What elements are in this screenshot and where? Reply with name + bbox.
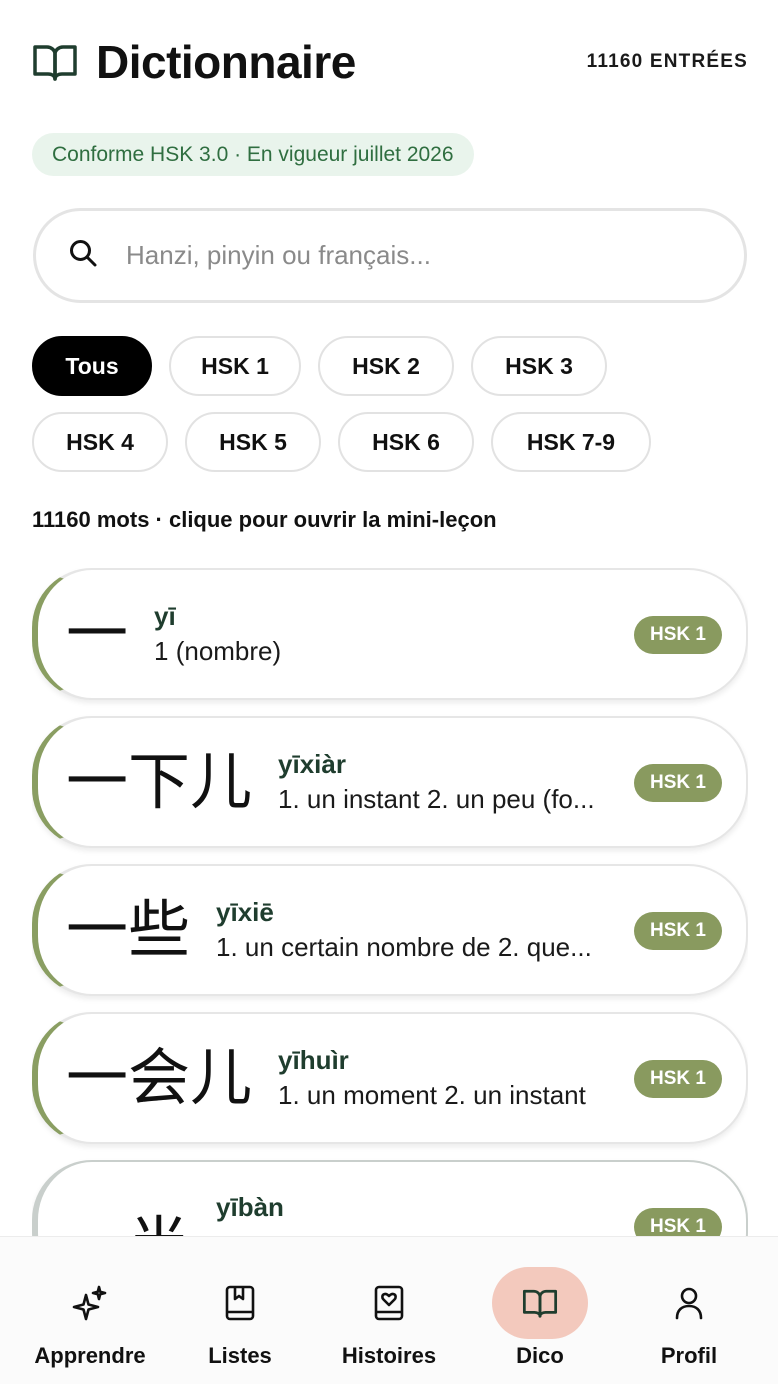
word-text: yīxiē 1. un certain nombre de 2. que... [216,897,592,963]
word-card[interactable]: 一会儿 yīhuìr 1. un moment 2. un instant HS… [32,1012,748,1144]
filter-chip-hsk6[interactable]: HSK 6 [338,412,474,472]
nav-item-profil[interactable]: Profil [641,1237,737,1384]
entries-count: 11160 ENTRÉES [586,51,748,72]
word-hanzi: 一半 [66,1215,190,1237]
filter-chip-hsk7-9[interactable]: HSK 7-9 [491,412,651,472]
word-hanzi: 一会儿 [66,1041,253,1114]
word-definition: 1. un instant 2. un peu (fo... [278,784,595,814]
results-count: 11160 mots · clique pour ouvrir la mini-… [32,507,497,532]
nav-item-listes[interactable]: Listes [192,1237,288,1384]
word-pinyin: yī [154,601,176,631]
word-hanzi: 一下儿 [66,745,253,818]
hsk-level-badge: HSK 1 [634,1060,722,1098]
filter-row: Tous HSK 1 HSK 2 HSK 3 [32,336,748,396]
word-pinyin: yīhuìr [278,1045,349,1075]
page-title: Dictionnaire [96,36,356,88]
open-book-icon [492,1267,588,1339]
filter-row: HSK 4 HSK 5 HSK 6 HSK 7-9 [32,412,748,472]
heart-book-icon [341,1267,437,1339]
word-pinyin: yīxiàr [278,749,346,779]
page-header: Dictionnaire 11160 ENTRÉES [32,34,748,90]
word-card[interactable]: 一些 yīxiē 1. un certain nombre de 2. que.… [32,864,748,996]
search-icon [68,238,98,273]
filter-chip-hsk3[interactable]: HSK 3 [471,336,607,396]
word-text: yīhuìr 1. un moment 2. un instant [278,1045,586,1111]
nav-item-histoires[interactable]: Histoires [341,1237,437,1384]
word-list: 一 yī 1 (nombre) HSK 1 一下儿 yīxiàr 1. un i… [32,568,748,1236]
search-input[interactable] [126,240,686,271]
open-book-icon [32,42,78,82]
hsk-level-badge: HSK 1 [634,616,722,654]
bookmark-book-icon [192,1267,288,1339]
hsk-level-badge: HSK 1 [634,764,722,802]
word-pinyin: yībàn [216,1192,284,1222]
conformity-badge: Conforme HSK 3.0 · En vigueur juillet 20… [32,133,474,176]
word-card[interactable]: 一 yī 1 (nombre) HSK 1 [32,568,748,700]
word-pinyin: yīxiē [216,897,274,927]
word-text: yībàn [216,1192,284,1227]
nav-label: Profil [660,1343,718,1368]
filter-chip-hsk4[interactable]: HSK 4 [32,412,168,472]
word-hanzi: 一些 [66,893,191,966]
word-card[interactable]: 一下儿 yīxiàr 1. un instant 2. un peu (fo..… [32,716,748,848]
word-hanzi: 一 [66,597,129,670]
level-filters: Tous HSK 1 HSK 2 HSK 3 HSK 4 HSK 5 HSK 6… [32,336,748,488]
nav-label: Listes [208,1343,272,1368]
word-definition: 1 (nombre) [154,636,282,666]
filter-chip-hsk1[interactable]: HSK 1 [169,336,301,396]
hsk-level-badge: HSK 1 [634,1208,722,1236]
hsk-level-badge: HSK 1 [634,912,722,950]
word-card[interactable]: 一半 yībàn HSK 1 [32,1160,748,1236]
word-definition: 1. un certain nombre de 2. que... [216,932,592,962]
nav-label: Apprendre [34,1343,146,1368]
filter-chip-hsk5[interactable]: HSK 5 [185,412,321,472]
word-text: yīxiàr 1. un instant 2. un peu (fo... [278,749,595,815]
word-text: yī 1 (nombre) [154,601,281,667]
nav-label: Dico [516,1343,564,1368]
sparkles-icon [42,1267,138,1339]
nav-label: Histoires [341,1343,437,1368]
nav-item-dico[interactable]: Dico [492,1237,588,1384]
filter-chip-all[interactable]: Tous [32,336,152,396]
title-group: Dictionnaire [32,35,356,89]
search-bar[interactable] [33,208,747,303]
word-definition: 1. un moment 2. un instant [278,1080,586,1110]
user-icon [641,1267,737,1339]
bottom-navigation: Apprendre Listes Histoires Dico Profil [0,1236,778,1384]
filter-chip-hsk2[interactable]: HSK 2 [318,336,454,396]
nav-item-apprendre[interactable]: Apprendre [34,1237,146,1384]
